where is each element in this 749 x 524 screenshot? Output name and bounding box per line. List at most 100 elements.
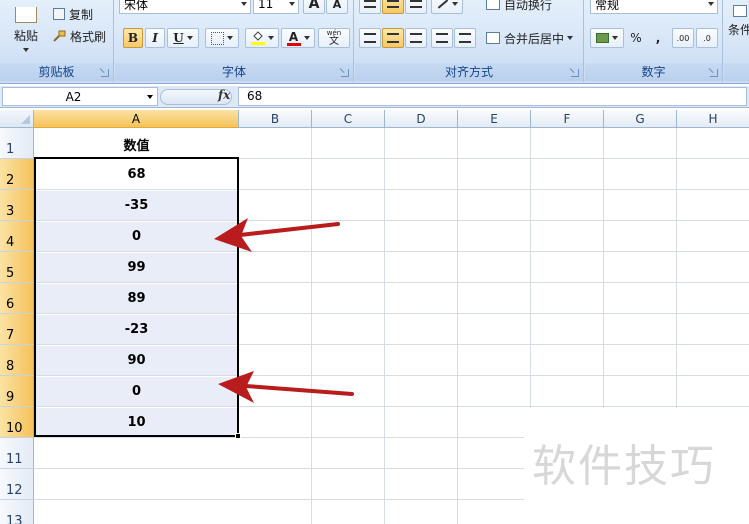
underline-button[interactable]: U (167, 28, 199, 48)
clipboard-group-label: 剪贴板 (0, 63, 113, 81)
chevron-down-icon (241, 2, 247, 6)
paste-button[interactable]: 粘贴 (6, 0, 46, 58)
cell-a7[interactable]: -23 (35, 315, 238, 344)
row-header-5[interactable]: 5 (0, 252, 34, 283)
accounting-format-button[interactable] (590, 28, 624, 48)
cell-a10[interactable]: 10 (35, 408, 238, 437)
watermark: 软件技巧 (524, 408, 749, 524)
row-header-1[interactable]: 1 (0, 128, 34, 159)
row-header-2[interactable]: 2 (0, 159, 34, 190)
font-size-select[interactable]: 11 (253, 0, 299, 14)
column-header-a[interactable]: A (34, 110, 239, 128)
increase-indent-button[interactable] (454, 28, 476, 48)
merge-center-icon (486, 32, 500, 44)
copy-button[interactable]: 复制 (50, 5, 96, 23)
borders-button[interactable] (205, 28, 239, 48)
row-header-13[interactable]: 13 (0, 500, 34, 524)
row-header-12[interactable]: 12 (0, 469, 34, 500)
bold-button[interactable]: B (123, 28, 143, 48)
percent-button[interactable]: % (626, 28, 646, 48)
orientation-button[interactable] (431, 0, 463, 14)
merge-center-label: 合并后居中 (504, 31, 565, 46)
format-painter-button[interactable]: 格式刷 (50, 27, 109, 45)
insert-function-icon[interactable]: fx (218, 88, 230, 102)
column-header-f[interactable]: F (531, 110, 604, 128)
number-launcher-icon[interactable] (710, 69, 718, 77)
copy-label: 复制 (69, 7, 94, 22)
copy-icon (53, 8, 65, 20)
number-format-select[interactable]: 常规 (590, 0, 718, 14)
increase-decimal-button[interactable]: .00 (672, 28, 694, 48)
name-box[interactable]: A2 (2, 87, 158, 106)
gridline (34, 189, 749, 190)
grow-font-button[interactable]: A (303, 0, 325, 14)
align-middle-icon (387, 0, 399, 8)
column-header-b[interactable]: B (239, 110, 312, 128)
row-header-7[interactable]: 7 (0, 314, 34, 345)
align-center-button[interactable] (382, 28, 404, 48)
align-middle-button[interactable] (382, 0, 404, 14)
comma-style-button[interactable]: , (648, 28, 668, 48)
cell-a6[interactable]: 89 (35, 284, 238, 313)
decrease-decimal-icon: .0 (703, 33, 711, 43)
decrease-indent-button[interactable] (431, 28, 453, 48)
row-header-3[interactable]: 3 (0, 190, 34, 221)
align-right-button[interactable] (405, 28, 427, 48)
align-top-button[interactable] (359, 0, 381, 14)
phonetic-button[interactable]: wén 文 (318, 28, 350, 48)
align-top-icon (364, 0, 376, 8)
row-header-11[interactable]: 11 (0, 438, 34, 469)
italic-button[interactable]: I (145, 28, 165, 48)
column-header-c[interactable]: C (312, 110, 385, 128)
column-header-h[interactable]: H (677, 110, 749, 128)
ribbon: 粘贴 复制 格式刷 剪贴板 宋体 11 A A B I U A wén 文 字体… (0, 0, 749, 84)
styles-group: 条件 (724, 0, 749, 82)
wrap-text-icon (486, 0, 500, 10)
italic-icon: I (152, 31, 158, 45)
align-left-button[interactable] (359, 28, 381, 48)
font-name-select[interactable]: 宋体 (119, 0, 251, 14)
underline-icon: U (173, 31, 184, 45)
clipboard-launcher-icon[interactable] (101, 69, 109, 77)
alignment-group: 自动换行 合并后居中 对齐方式 (355, 0, 584, 82)
column-header-e[interactable]: E (458, 110, 531, 128)
wrap-text-button[interactable]: 自动换行 (483, 0, 555, 14)
font-color-button[interactable]: A (281, 28, 315, 48)
column-header-d[interactable]: D (385, 110, 458, 128)
alignment-launcher-icon[interactable] (571, 69, 579, 77)
fill-handle[interactable] (235, 433, 241, 439)
cell-a9[interactable]: 0 (35, 377, 238, 406)
row-header-10[interactable]: 10 (0, 407, 34, 438)
chevron-down-icon (289, 2, 295, 6)
gridline (457, 128, 458, 524)
row-header-4[interactable]: 4 (0, 221, 34, 252)
formula-bar: A2 fx 68 (0, 86, 749, 108)
formula-input[interactable]: 68 (238, 87, 747, 106)
decrease-decimal-button[interactable]: .0 (696, 28, 718, 48)
row-header-6[interactable]: 6 (0, 283, 34, 314)
clipboard-group: 粘贴 复制 格式刷 剪贴板 (0, 0, 114, 82)
row-header-9[interactable]: 9 (0, 376, 34, 407)
merge-center-button[interactable]: 合并后居中 (483, 28, 576, 48)
font-launcher-icon[interactable] (341, 69, 349, 77)
borders-icon (211, 31, 224, 45)
chevron-down-icon[interactable] (147, 94, 153, 99)
row-header-8[interactable]: 8 (0, 345, 34, 376)
align-bottom-button[interactable] (405, 0, 427, 14)
cell-a3[interactable]: -35 (35, 191, 238, 220)
header-cell-a1[interactable]: 数值 (35, 129, 238, 159)
column-header-g[interactable]: G (604, 110, 677, 128)
conditional-formatting-button[interactable]: 条件 (728, 4, 749, 48)
shrink-font-button[interactable]: A (326, 0, 348, 14)
increase-decimal-icon: .00 (676, 33, 690, 43)
cell-a2[interactable]: 68 (35, 160, 238, 189)
decrease-indent-icon (436, 33, 448, 43)
cell-a5[interactable]: 99 (35, 253, 238, 282)
grow-font-icon: A (308, 0, 320, 12)
select-all-button[interactable] (0, 110, 34, 128)
orientation-icon (437, 0, 448, 9)
cell-a8[interactable]: 90 (35, 346, 238, 375)
fill-color-button[interactable] (245, 28, 279, 48)
align-bottom-icon (410, 0, 422, 8)
cell-a4[interactable]: 0 (35, 222, 238, 251)
